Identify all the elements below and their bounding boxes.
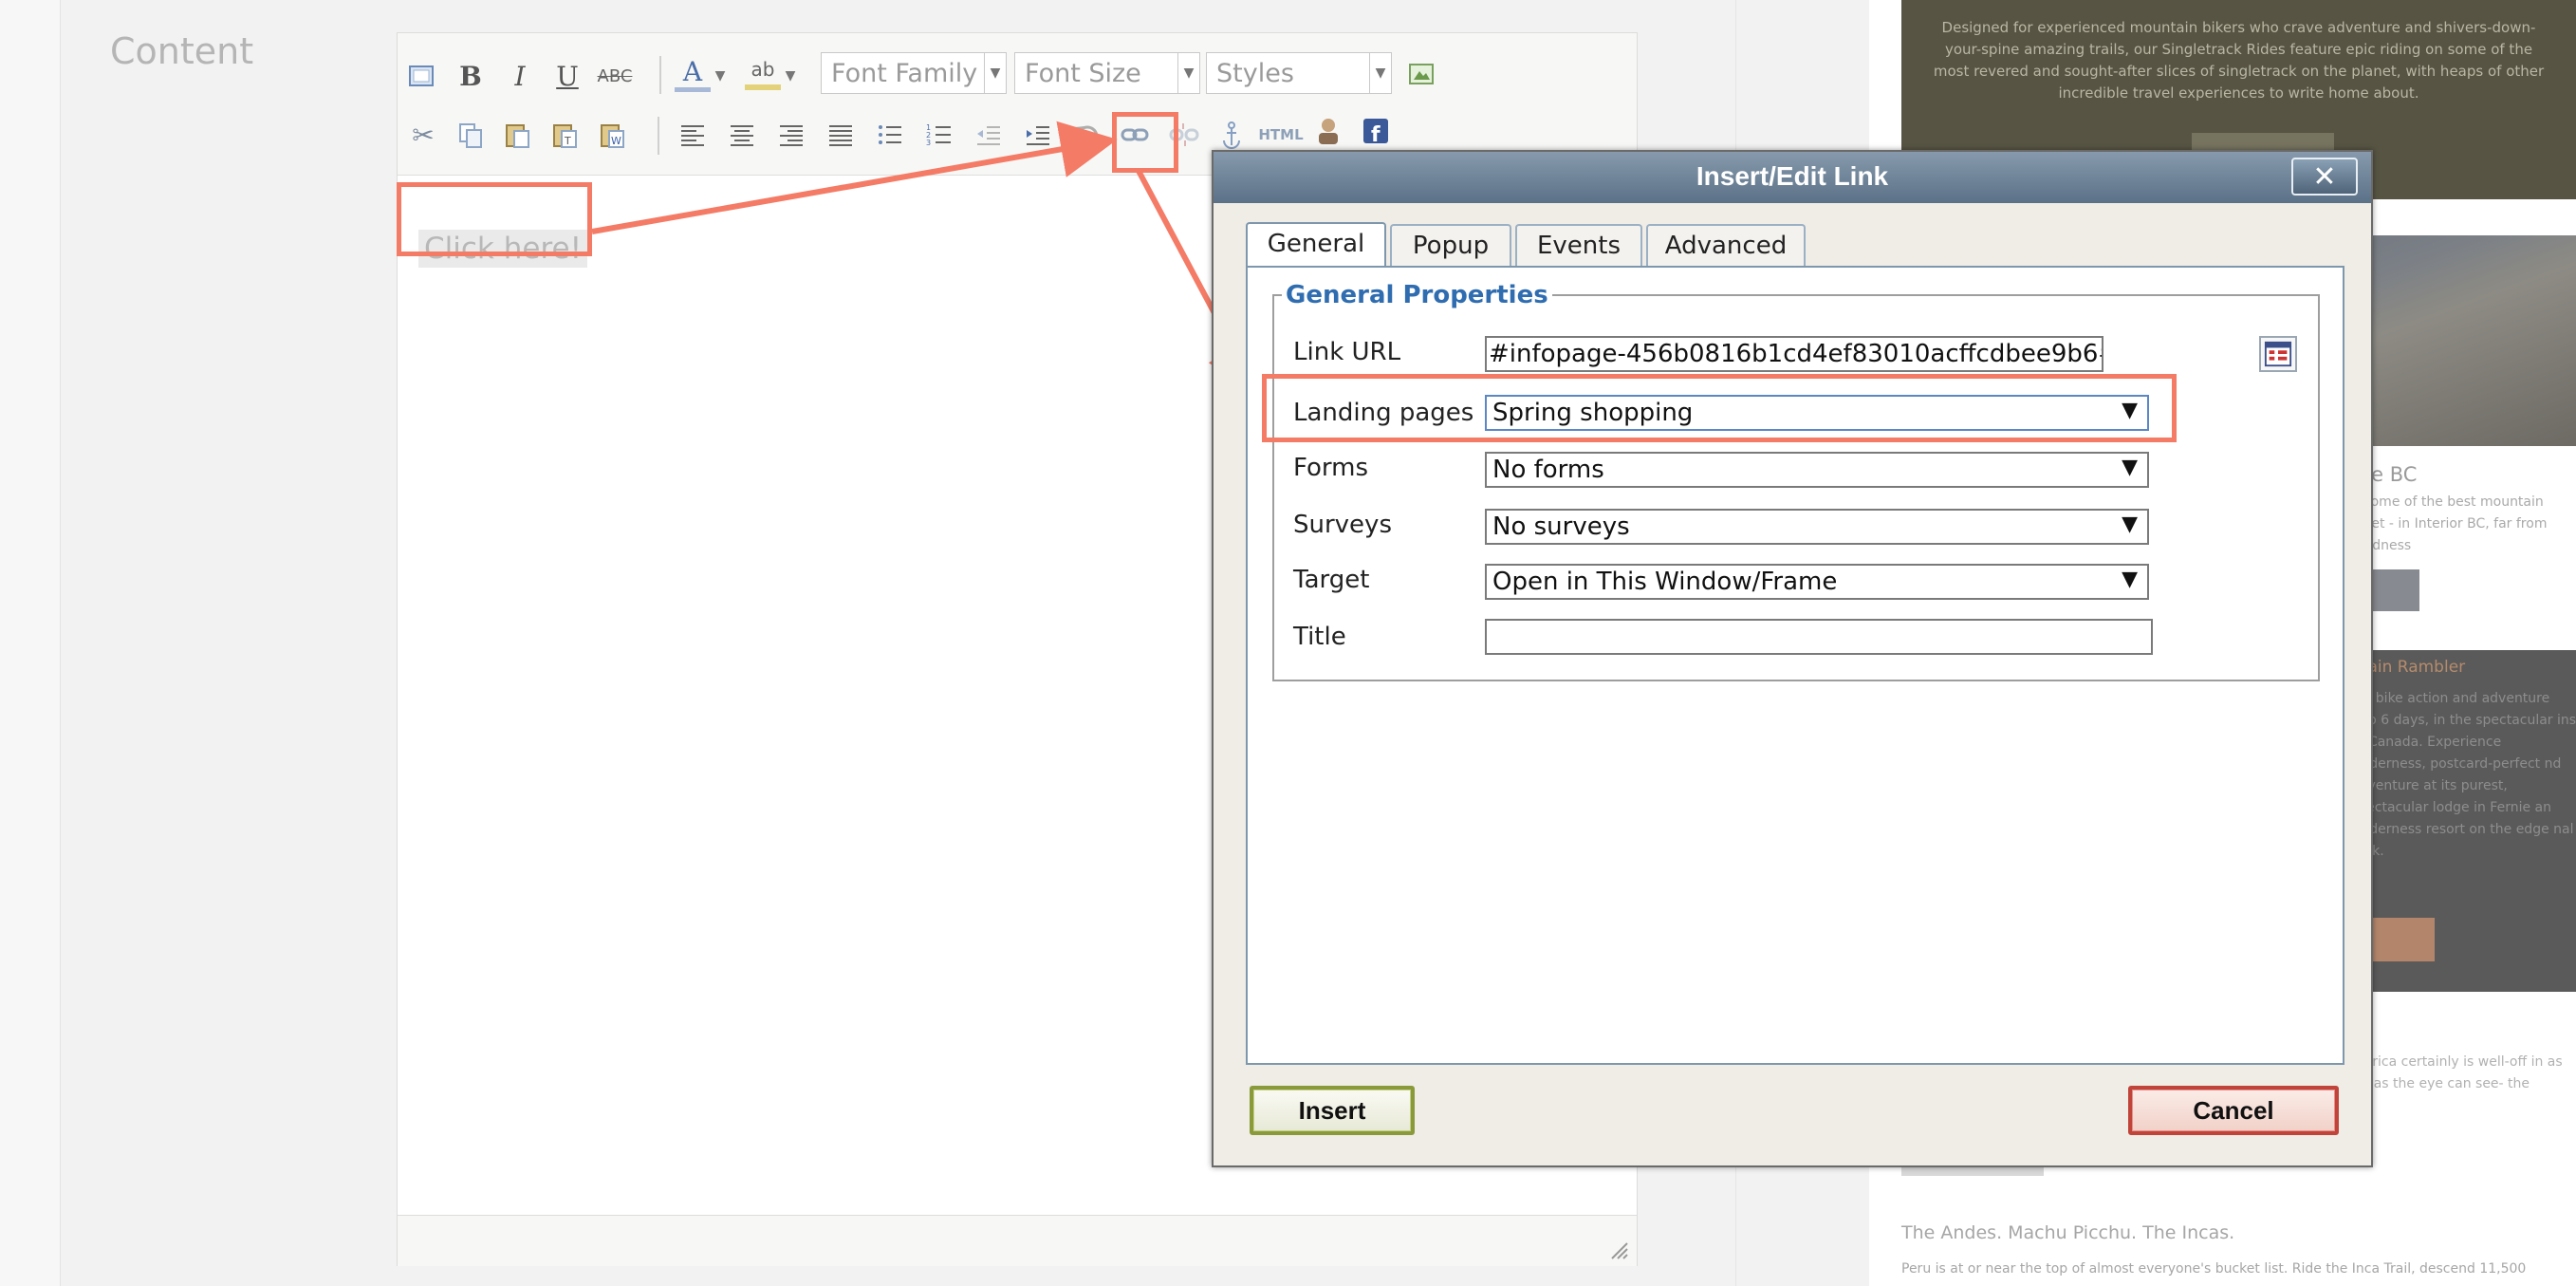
left-gutter xyxy=(0,0,61,1286)
bullet-list-icon[interactable] xyxy=(872,117,908,153)
svg-text:f: f xyxy=(1371,123,1381,146)
surveys-selected: No surveys xyxy=(1492,513,1630,541)
tab-popup[interactable]: Popup xyxy=(1390,224,1511,266)
chevron-down-icon[interactable]: ▼ xyxy=(711,58,730,94)
preview-card-text: Peru is at or near the top of almost eve… xyxy=(1901,1261,2527,1277)
general-properties-fieldset: General Properties Link URL #infopage-45… xyxy=(1272,281,2320,681)
italic-icon[interactable]: I xyxy=(502,58,538,94)
insert-edit-link-dialog: Insert/Edit Link ✕ General Popup Events … xyxy=(1212,150,2373,1167)
cancel-button[interactable]: Cancel xyxy=(2128,1086,2339,1135)
svg-text:T: T xyxy=(564,135,571,147)
numbered-list-icon[interactable]: 123 xyxy=(921,117,957,153)
dialog-title: Insert/Edit Link xyxy=(1696,161,1889,191)
forms-label: Forms xyxy=(1293,454,1369,482)
forms-selected: No forms xyxy=(1492,456,1604,484)
chevron-down-icon: ▼ xyxy=(1177,53,1199,93)
calendar-browse-icon[interactable] xyxy=(2259,336,2297,372)
preview-card-text: n some of the best mountain lanet - in I… xyxy=(2351,494,2548,553)
anchor-icon[interactable] xyxy=(1214,117,1250,153)
html-icon[interactable]: HTML xyxy=(1257,117,1305,153)
cut-icon[interactable]: ✂ xyxy=(405,117,441,153)
close-icon[interactable]: ✕ xyxy=(2291,158,2358,196)
insert-button[interactable]: Insert xyxy=(1250,1086,1415,1135)
annotation-box-landing-pages xyxy=(1262,374,2177,442)
caret-down-icon: ▼ xyxy=(2122,456,2138,479)
preview-hero-text: Designed for experienced mountain bikers… xyxy=(1933,19,2545,102)
font-family-select[interactable]: Font Family ▼ xyxy=(821,52,1007,94)
paste-text-icon[interactable]: T xyxy=(547,117,584,153)
surveys-select[interactable]: No surveys ▼ xyxy=(1485,509,2149,545)
copy-icon[interactable] xyxy=(453,117,489,153)
caret-down-icon: ▼ xyxy=(2122,513,2138,536)
image-icon[interactable] xyxy=(1403,56,1439,92)
link-url-label: Link URL xyxy=(1293,338,1401,366)
content-field-label: Content xyxy=(110,30,254,72)
strikethrough-icon[interactable]: ABC xyxy=(597,58,633,94)
justify-icon[interactable] xyxy=(823,117,859,153)
target-selected: Open in This Window/Frame xyxy=(1492,568,1838,596)
annotation-box-link-text xyxy=(397,182,592,256)
title-input[interactable] xyxy=(1485,619,2153,655)
indent-icon[interactable] xyxy=(1020,117,1056,153)
paste-icon[interactable] xyxy=(500,117,536,153)
tab-advanced[interactable]: Advanced xyxy=(1646,224,1806,266)
editor-status-bar xyxy=(398,1215,1637,1266)
styles-select[interactable]: Styles ▼ xyxy=(1206,52,1392,94)
caret-down-icon: ▼ xyxy=(2122,568,2138,591)
styles-label: Styles xyxy=(1216,59,1294,88)
toolbar-separator xyxy=(658,117,659,155)
font-size-select[interactable]: Font Size ▼ xyxy=(1014,52,1200,94)
link-url-input[interactable]: #infopage-456b0816b1cd4ef83010acffcdbee9… xyxy=(1485,336,2103,372)
highlight-icon[interactable]: ab xyxy=(745,54,781,90)
resize-grip-icon[interactable] xyxy=(1606,1238,1629,1260)
align-center-icon[interactable] xyxy=(724,117,760,153)
tab-events[interactable]: Events xyxy=(1515,224,1642,266)
svg-text:W: W xyxy=(611,135,621,147)
svg-text:3: 3 xyxy=(926,139,931,147)
chevron-down-icon: ▼ xyxy=(984,53,1006,93)
preview-dark-text: ain bike action and adventure into 6 day… xyxy=(2351,691,2576,859)
annotation-box-link-icon xyxy=(1112,112,1178,173)
preview-card-text: merica certainly is well-off in as far a… xyxy=(2351,1054,2563,1091)
paste-word-icon[interactable]: W xyxy=(595,117,631,153)
outdent-icon[interactable] xyxy=(971,117,1007,153)
source-icon[interactable] xyxy=(403,58,439,94)
font-size-label: Font Size xyxy=(1025,59,1141,88)
font-color-icon[interactable]: A xyxy=(675,56,711,92)
target-select[interactable]: Open in This Window/Frame ▼ xyxy=(1485,564,2149,600)
undo-icon[interactable] xyxy=(1069,117,1105,153)
chevron-down-icon[interactable]: ▼ xyxy=(781,58,800,94)
font-family-label: Font Family xyxy=(831,59,978,88)
align-right-icon[interactable] xyxy=(773,117,809,153)
align-left-icon[interactable] xyxy=(675,117,711,153)
dialog-titlebar[interactable]: Insert/Edit Link ✕ xyxy=(1214,152,2371,203)
toolbar-separator xyxy=(659,56,661,94)
surveys-label: Surveys xyxy=(1293,511,1392,539)
general-properties-legend: General Properties xyxy=(1282,281,1552,309)
forms-select[interactable]: No forms ▼ xyxy=(1485,452,2149,488)
underline-icon[interactable]: U xyxy=(549,58,585,94)
facebook-icon[interactable]: f xyxy=(1358,113,1394,149)
tab-general[interactable]: General xyxy=(1246,222,1386,268)
bold-icon[interactable]: B xyxy=(453,58,489,94)
chevron-down-icon: ▼ xyxy=(1369,53,1391,93)
target-label: Target xyxy=(1293,566,1370,594)
title-label: Title xyxy=(1293,623,1346,651)
preview-card-title: The Andes. Machu Picchu. The Incas. xyxy=(1901,1222,2235,1243)
user-icon[interactable] xyxy=(1310,113,1346,149)
